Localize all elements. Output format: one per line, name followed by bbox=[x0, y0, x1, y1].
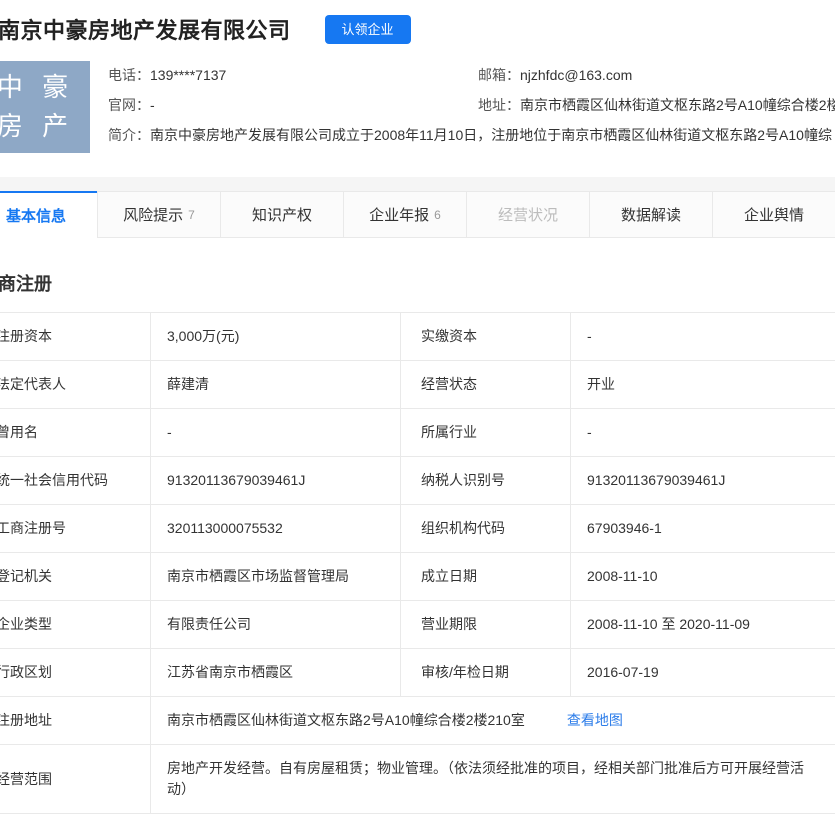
table-row: 工商注册号 320113000075532 组织机构代码 67903946-1 bbox=[0, 505, 835, 553]
field-label: 注册地址 bbox=[0, 697, 151, 745]
logo-line-2: 房 产 bbox=[0, 107, 74, 146]
company-contact-block: 电话：139****7137 邮箱：njzhfdc@163.com 官网：- 地… bbox=[108, 65, 835, 153]
field-value: 薛建清 bbox=[151, 361, 401, 409]
field-label: 登记机关 bbox=[0, 553, 151, 601]
tab-bar: 基本信息 风险提示 7 知识产权 企业年报 6 经营状况 数据解读 企业舆情 bbox=[0, 191, 835, 238]
intro-label: 简介： bbox=[108, 127, 150, 143]
email-value: njzhfdc@163.com bbox=[520, 67, 632, 83]
field-label: 审核/年检日期 bbox=[401, 649, 571, 697]
table-row: 行政区划 江苏省南京市栖霞区 审核/年检日期 2016-07-19 bbox=[0, 649, 835, 697]
section-title: 工商注册 bbox=[0, 270, 835, 296]
company-header: 南京中豪房地产发展有限公司 认领企业 中 豪 房 产 电话：139****713… bbox=[0, 0, 835, 177]
view-map-link[interactable]: 查看地图 bbox=[567, 712, 623, 728]
field-value: - bbox=[571, 409, 835, 457]
field-label: 曾用名 bbox=[0, 409, 151, 457]
intro-value: 南京中豪房地产发展有限公司成立于2008年11月10日，注册地位于南京市栖霞区仙… bbox=[150, 127, 832, 143]
field-value: 2008-11-10 bbox=[571, 553, 835, 601]
logo-line-1: 中 豪 bbox=[0, 68, 74, 107]
field-value: - bbox=[151, 409, 401, 457]
tab-risk-alerts[interactable]: 风险提示 7 bbox=[97, 191, 220, 238]
tab-label: 企业舆情 bbox=[744, 204, 804, 225]
page: 南京中豪房地产发展有限公司 认领企业 中 豪 房 产 电话：139****713… bbox=[0, 0, 835, 814]
field-value: 320113000075532 bbox=[151, 505, 401, 553]
tab-business-status[interactable]: 经营状况 bbox=[466, 191, 589, 238]
address-field: 地址：南京市栖霞区仙林街道文枢东路2号A10幢综合楼2楼 bbox=[478, 95, 835, 115]
field-value: 67903946-1 bbox=[571, 505, 835, 553]
field-label: 工商注册号 bbox=[0, 505, 151, 553]
tab-badge: 7 bbox=[188, 208, 195, 222]
table-row: 统一社会信用代码 91320113679039461J 纳税人识别号 91320… bbox=[0, 457, 835, 505]
tab-company-news[interactable]: 企业舆情 bbox=[712, 191, 835, 238]
table-row: 法定代表人 薛建清 经营状态 开业 bbox=[0, 361, 835, 409]
company-name: 南京中豪房地产发展有限公司 bbox=[0, 13, 291, 45]
address-value: 南京市栖霞区仙林街道文枢东路2号A10幢综合楼2楼 bbox=[520, 97, 835, 113]
tab-label: 基本信息 bbox=[6, 205, 66, 226]
phone-label: 电话： bbox=[108, 67, 150, 83]
address-label: 地址： bbox=[478, 97, 520, 113]
intro-field: 简介：南京中豪房地产发展有限公司成立于2008年11月10日，注册地位于南京市栖… bbox=[108, 125, 835, 145]
field-label: 所属行业 bbox=[401, 409, 571, 457]
field-label: 成立日期 bbox=[401, 553, 571, 601]
field-value: 江苏省南京市栖霞区 bbox=[151, 649, 401, 697]
email-field: 邮箱：njzhfdc@163.com bbox=[478, 65, 835, 85]
table-row: 登记机关 南京市栖霞区市场监督管理局 成立日期 2008-11-10 bbox=[0, 553, 835, 601]
field-label: 统一社会信用代码 bbox=[0, 457, 151, 505]
field-value: 3,000万(元) bbox=[151, 313, 401, 361]
table-row-registered-address: 注册地址 南京市栖霞区仙林街道文枢东路2号A10幢综合楼2楼210室 查看地图 bbox=[0, 697, 835, 745]
field-label: 企业类型 bbox=[0, 601, 151, 649]
tab-label: 风险提示 bbox=[123, 204, 183, 225]
field-label: 经营状态 bbox=[401, 361, 571, 409]
field-label: 纳税人识别号 bbox=[401, 457, 571, 505]
field-label: 法定代表人 bbox=[0, 361, 151, 409]
field-label: 注册资本 bbox=[0, 313, 151, 361]
field-value: 2008-11-10 至 2020-11-09 bbox=[571, 601, 835, 649]
tab-label: 经营状况 bbox=[498, 204, 558, 225]
business-scope-value: 房地产开发经营。自有房屋租赁；物业管理。（依法须经批准的项目，经相关部门批准后方… bbox=[167, 760, 804, 797]
main-content: 工商注册 注册资本 3,000万(元) 实缴资本 - 法定代表人 薛建清 经营状… bbox=[0, 270, 835, 814]
company-info-row: 中 豪 房 产 电话：139****7137 邮箱：njzhfdc@163.co… bbox=[0, 61, 835, 177]
title-row: 南京中豪房地产发展有限公司 认领企业 bbox=[0, 13, 835, 45]
registered-address-cell: 南京市栖霞区仙林街道文枢东路2号A10幢综合楼2楼210室 查看地图 bbox=[151, 697, 835, 745]
field-value: 开业 bbox=[571, 361, 835, 409]
table-row: 曾用名 - 所属行业 - bbox=[0, 409, 835, 457]
field-label: 实缴资本 bbox=[401, 313, 571, 361]
field-value: 91320113679039461J bbox=[151, 457, 401, 505]
table-row: 注册资本 3,000万(元) 实缴资本 - bbox=[0, 313, 835, 361]
business-scope-cell: 房地产开发经营。自有房屋租赁；物业管理。（依法须经批准的项目，经相关部门批准后方… bbox=[151, 745, 835, 814]
tab-badge: 6 bbox=[434, 208, 441, 222]
field-label: 行政区划 bbox=[0, 649, 151, 697]
field-label: 营业期限 bbox=[401, 601, 571, 649]
field-value: 2016-07-19 bbox=[571, 649, 835, 697]
phone-value: 139****7137 bbox=[150, 67, 226, 83]
claim-company-button[interactable]: 认领企业 bbox=[325, 15, 411, 44]
field-label: 组织机构代码 bbox=[401, 505, 571, 553]
field-label: 经营范围 bbox=[0, 745, 151, 814]
tab-data-insights[interactable]: 数据解读 bbox=[589, 191, 712, 238]
website-value: - bbox=[150, 97, 155, 113]
field-value: 91320113679039461J bbox=[571, 457, 835, 505]
tab-annual-reports[interactable]: 企业年报 6 bbox=[343, 191, 466, 238]
field-value: 有限责任公司 bbox=[151, 601, 401, 649]
table-row: 企业类型 有限责任公司 营业期限 2008-11-10 至 2020-11-09 bbox=[0, 601, 835, 649]
registration-table: 注册资本 3,000万(元) 实缴资本 - 法定代表人 薛建清 经营状态 开业 … bbox=[0, 312, 835, 814]
tab-basic-info[interactable]: 基本信息 bbox=[0, 191, 97, 238]
tab-label: 企业年报 bbox=[369, 204, 429, 225]
tab-intellectual-property[interactable]: 知识产权 bbox=[220, 191, 343, 238]
company-logo: 中 豪 房 产 bbox=[0, 61, 90, 153]
phone-field: 电话：139****7137 bbox=[108, 65, 478, 85]
field-value: - bbox=[571, 313, 835, 361]
field-value: 南京市栖霞区市场监督管理局 bbox=[151, 553, 401, 601]
email-label: 邮箱： bbox=[478, 67, 520, 83]
registered-address-value: 南京市栖霞区仙林街道文枢东路2号A10幢综合楼2楼210室 bbox=[167, 712, 525, 728]
website-label: 官网： bbox=[108, 97, 150, 113]
section-divider bbox=[0, 177, 835, 191]
tab-label: 知识产权 bbox=[252, 204, 312, 225]
table-row-business-scope: 经营范围 房地产开发经营。自有房屋租赁；物业管理。（依法须经批准的项目，经相关部… bbox=[0, 745, 835, 814]
tab-label: 数据解读 bbox=[621, 204, 681, 225]
website-field: 官网：- bbox=[108, 95, 478, 115]
